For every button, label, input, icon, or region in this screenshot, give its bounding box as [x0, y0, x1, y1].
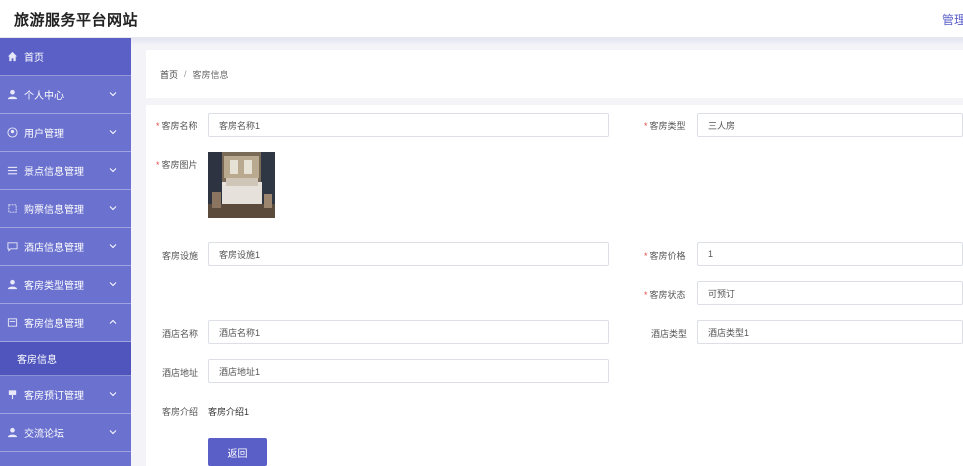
intro-label: 客房介绍	[162, 407, 199, 417]
top-header: 旅游服务平台网站 管理	[0, 0, 963, 38]
sidebar-item-personal-center[interactable]: 个人中心	[0, 76, 131, 114]
facilities-field[interactable]: 客房设施1	[208, 242, 609, 266]
status-label: * 客房状态	[644, 290, 686, 300]
hotel-name-field[interactable]: 酒店名称1	[208, 320, 609, 344]
status-field[interactable]: 可预订	[697, 281, 963, 305]
facilities-label: 客房设施	[162, 251, 199, 261]
price-label: * 客房价格	[644, 251, 686, 261]
sidebar-item-forum[interactable]: 交流论坛	[0, 414, 131, 452]
sidebar: 首页 个人中心 用户管理 景点信息管理 购票信息管理 酒店信息管理 客房类型管理…	[0, 38, 131, 466]
room-image[interactable]	[208, 152, 275, 218]
sidebar-item-booking-management[interactable]: 客房预订管理	[0, 376, 131, 414]
chevron-down-icon	[109, 130, 117, 135]
sidebar-item-label: 酒店信息管理	[24, 243, 84, 254]
sidebar-item-label: 景点信息管理	[24, 167, 84, 178]
site-title: 旅游服务平台网站	[14, 12, 139, 29]
chevron-down-icon	[109, 168, 117, 173]
intro-value: 客房介绍1	[208, 407, 250, 417]
header-shadow	[131, 38, 963, 46]
document-icon	[7, 317, 18, 328]
sidebar-item-label: 交流论坛	[24, 429, 64, 440]
hotel-type-label: 酒店类型	[651, 329, 688, 339]
main-content: 首页 / 客房信息 *客房名称 客房名称1 *客房类型 三人房 *客房图片	[131, 38, 963, 466]
sidebar-item-label: 首页	[24, 53, 44, 64]
sidebar-item-hotel-management[interactable]: 酒店信息管理	[0, 228, 131, 266]
hotel-type-field[interactable]: 酒店类型1	[697, 320, 963, 344]
room-type-label: * 客房类型	[644, 121, 686, 131]
breadcrumb-current: 客房信息	[192, 69, 229, 80]
circle-user-icon	[7, 127, 18, 138]
sidebar-item-label: 客房信息管理	[24, 319, 84, 330]
sidebar-item-label: 客房类型管理	[24, 281, 84, 292]
hotel-address-field[interactable]: 酒店地址1	[208, 359, 609, 383]
sidebar-subitem-room-info[interactable]: 客房信息	[0, 342, 131, 376]
sidebar-item-room-info-management[interactable]: 客房信息管理	[0, 304, 131, 342]
sidebar-item-user-management[interactable]: 用户管理	[0, 114, 131, 152]
user-icon	[7, 89, 18, 100]
sidebar-item-ticket-management[interactable]: 购票信息管理	[0, 190, 131, 228]
flag-icon	[7, 389, 18, 400]
chevron-down-icon	[109, 282, 117, 287]
hotel-name-label: 酒店名称	[162, 329, 199, 339]
price-field[interactable]: 1	[697, 242, 963, 266]
room-name-label: * 客房名称	[156, 121, 198, 131]
required-mark: *	[644, 290, 648, 300]
required-mark: *	[156, 121, 160, 131]
admin-link[interactable]: 管理	[942, 11, 963, 28]
sidebar-item-label: 用户管理	[24, 129, 64, 140]
room-image-label: * 客房图片	[156, 160, 198, 170]
sidebar-item-home[interactable]: 首页	[0, 38, 131, 76]
breadcrumb-separator: /	[184, 69, 187, 79]
required-mark: *	[156, 160, 160, 170]
chevron-down-icon	[109, 392, 117, 397]
sidebar-item-label: 个人中心	[24, 91, 64, 102]
required-mark: *	[644, 251, 648, 261]
sidebar-item-label: 购票信息管理	[24, 205, 84, 216]
list-icon	[7, 165, 18, 176]
ticket-icon	[7, 203, 18, 214]
chevron-down-icon	[109, 206, 117, 211]
hotel-address-label: 酒店地址	[162, 368, 199, 378]
sidebar-item-room-type-management[interactable]: 客房类型管理	[0, 266, 131, 304]
chevron-down-icon	[109, 430, 117, 435]
breadcrumb-home[interactable]: 首页	[160, 68, 178, 81]
back-button[interactable]: 返回	[208, 438, 267, 466]
chevron-down-icon	[109, 92, 117, 97]
breadcrumb: 首页 / 客房信息	[146, 50, 963, 98]
user-icon	[7, 279, 18, 290]
chat-icon	[7, 241, 18, 252]
room-type-field[interactable]: 三人房	[697, 113, 963, 137]
home-icon	[7, 51, 18, 62]
sidebar-item-label: 客房预订管理	[24, 391, 84, 402]
room-detail-form: * 客房名称 客房名称1 * 客房类型 三人房 * 客房图片 客房设施 客房设施…	[146, 105, 963, 466]
user-icon	[7, 427, 18, 438]
required-mark: *	[644, 121, 648, 131]
sidebar-item-scenic-management[interactable]: 景点信息管理	[0, 152, 131, 190]
chevron-up-icon	[109, 319, 117, 324]
room-name-field[interactable]: 客房名称1	[208, 113, 609, 137]
chevron-down-icon	[109, 244, 117, 249]
